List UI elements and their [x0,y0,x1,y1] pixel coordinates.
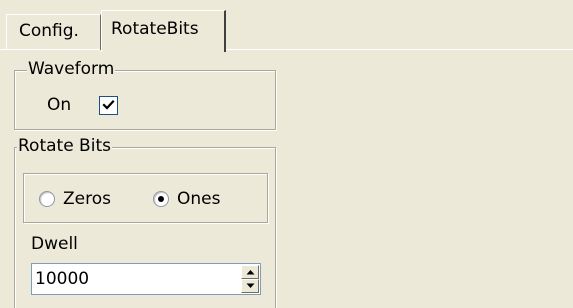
waveform-on-label: On [47,95,72,115]
radio-ones[interactable] [153,191,169,207]
waveform-on-checkbox[interactable] [99,96,118,115]
rotate-bits-groupbox: Rotate Bits Zeros Ones Dwell [14,136,276,308]
tab-config[interactable]: Config. [6,14,101,50]
tab-rotatebits-label: RotateBits [111,19,199,39]
rotate-bits-options-box: Zeros Ones [23,173,268,223]
dwell-decrement-button[interactable] [241,279,259,293]
dwell-spin-buttons [241,265,259,293]
dwell-increment-button[interactable] [241,265,259,279]
arrow-up-icon [246,270,255,275]
checkmark-icon [102,99,115,110]
tab-config-label: Config. [19,21,79,41]
arrow-down-icon [246,283,255,288]
radio-ones-label[interactable]: Ones [177,189,220,209]
radio-zeros-label[interactable]: Zeros [63,189,111,209]
dwell-spinbox[interactable] [31,263,261,295]
tab-rotatebits[interactable]: RotateBits [101,10,226,52]
dwell-label: Dwell [31,234,78,254]
waveform-groupbox-title: Waveform [27,59,116,79]
radio-ones-selected-dot [158,196,164,202]
radio-zeros[interactable] [39,191,55,207]
tab-strip: Config. RotateBits [0,0,573,52]
dwell-input[interactable] [35,266,225,292]
waveform-groupbox: Waveform On [14,59,276,130]
rotate-bits-groupbox-title: Rotate Bits [17,136,112,156]
